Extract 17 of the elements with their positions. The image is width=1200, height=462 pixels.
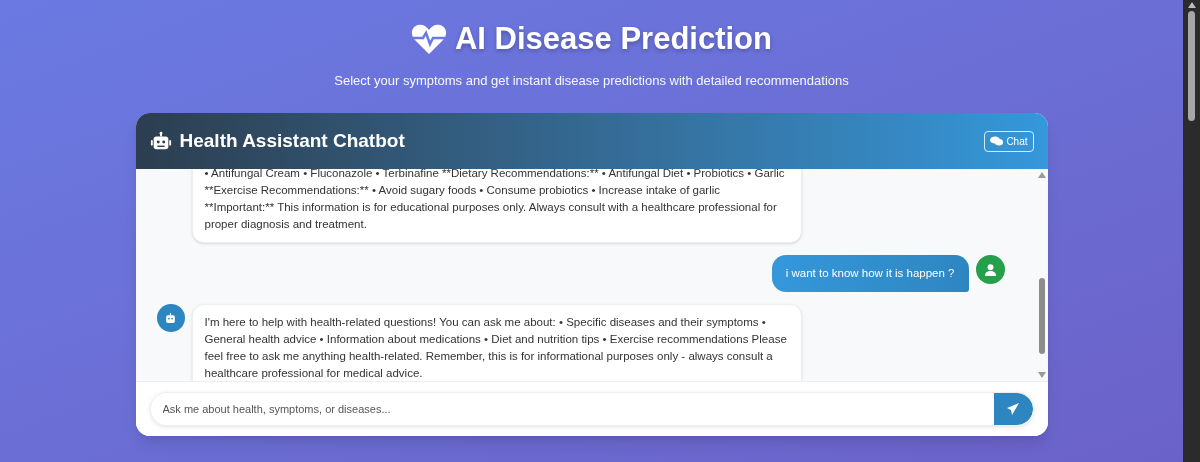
page-subtitle: Select your symptoms and get instant disease predictions with detailed recommendations: [334, 71, 849, 90]
page-title: AI Disease Prediction: [455, 20, 772, 58]
bot-message: I'm here to help with health-related questions! You can ask me about: • Specific diseases and their symptoms • General health advice • Information about medications • Diet and nutrition tips • Exercise recommendations Please feel free to ask me anything health-related. Remember, this is for informational purposes only - always consult a healthcare professional for medical advice.: [191, 304, 802, 381]
user-message: i want to know how it is happen ?: [771, 255, 969, 292]
scrollbar-thumb[interactable]: [1039, 278, 1045, 354]
heart-pulse-icon: [411, 23, 447, 56]
page-scrollbar[interactable]: [1183, 0, 1200, 462]
robot-icon: [149, 131, 172, 151]
speech-bubbles-icon: [990, 136, 1004, 146]
chat-button[interactable]: Chat: [984, 130, 1034, 152]
send-button[interactable]: [993, 393, 1033, 425]
chat-title: Health Assistant Chatbot: [179, 128, 405, 153]
scroll-down-icon[interactable]: [1038, 372, 1046, 378]
send-icon: [1007, 403, 1019, 415]
scrollbar-thumb[interactable]: [1188, 11, 1195, 121]
scroll-up-icon[interactable]: [1187, 2, 1196, 8]
bot-message: • Antifungal Cream • Fluconazole • Terbinafine **Dietary Recommendations:** • Antifungal Diet • Probiotics • Garlic **Exercise Recommendations:** • Avoid sugary foods • Consume probiotics • Increase intake of garlic **Important:** This information is for educational purposes only. Always consult with a healthcare professional for proper diagnosis and treatment.: [191, 169, 802, 243]
